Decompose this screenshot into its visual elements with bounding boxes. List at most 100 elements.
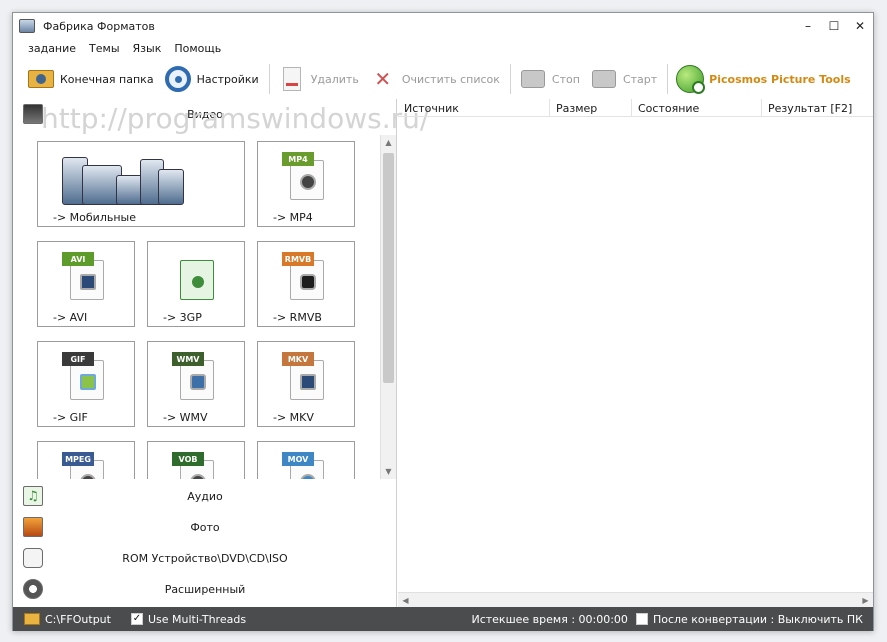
menu-themes[interactable]: Темы	[89, 42, 119, 55]
after-convert-checkbox[interactable]	[635, 613, 648, 625]
multithreads-label: Use Multi-Threads	[147, 612, 247, 626]
output-folder-label: Конечная папка	[60, 72, 154, 86]
mkv-file-icon: MKV	[282, 352, 326, 400]
globe-magnifier-icon	[676, 65, 706, 94]
tile-wmv[interactable]: WMV -> WMV	[147, 341, 245, 427]
tile-label: -> Мобильные	[53, 211, 136, 224]
column-source[interactable]: Источник	[398, 99, 550, 117]
tile-mobile[interactable]: -> Мобильные	[37, 141, 245, 227]
tile-mpeg[interactable]: MPEG	[37, 441, 135, 479]
title-bar: Фабрика Форматов – ☐ ✕	[13, 13, 873, 39]
multithreads-checkbox[interactable]: ✓	[130, 613, 143, 625]
menu-help[interactable]: Помощь	[174, 42, 221, 55]
scroll-up-icon[interactable]: ▲	[381, 135, 396, 150]
3gp-file-icon	[172, 252, 216, 300]
mov-file-icon: MOV	[282, 452, 326, 479]
tile-label: -> WMV	[163, 411, 208, 424]
format-grid: -> Мобильные MP4 -> MP4 AVI -> AVI -> 3G…	[13, 135, 380, 479]
stop-button[interactable]: Стоп	[519, 62, 580, 96]
start-button[interactable]: Старт	[590, 62, 657, 96]
tile-mp4[interactable]: MP4 -> MP4	[257, 141, 355, 227]
category-audio[interactable]: ♫ Аудио	[13, 481, 397, 511]
window-controls: – ☐ ✕	[795, 13, 873, 39]
after-convert-label: После конвертации : Выключить ПК	[652, 612, 863, 626]
minimize-button[interactable]: –	[795, 13, 821, 39]
stop-icon	[519, 65, 547, 93]
category-rom[interactable]: ROM Устройство\DVD\CD\ISO	[13, 543, 397, 573]
task-list: Источник Размер Состояние Результат [F2]…	[398, 99, 873, 607]
tile-avi[interactable]: AVI -> AVI	[37, 241, 135, 327]
start-icon	[590, 65, 618, 93]
photo-label: Фото	[190, 520, 220, 534]
wmv-file-icon: WMV	[172, 352, 216, 400]
tile-rmvb[interactable]: RMVB -> RMVB	[257, 241, 355, 327]
tile-mkv[interactable]: MKV -> MKV	[257, 341, 355, 427]
tile-vob[interactable]: VOB	[147, 441, 245, 479]
toolbar-separator	[509, 64, 511, 94]
scroll-left-icon[interactable]: ◀	[398, 593, 413, 608]
elapsed-time: Истекшее время : 00:00:00	[471, 612, 628, 626]
mp4-file-icon: MP4	[282, 152, 326, 200]
menu-bar: задание Темы Язык Помощь	[13, 39, 873, 57]
picosmos-button[interactable]: Picosmos Picture Tools	[676, 62, 851, 96]
avi-file-icon: AVI	[62, 252, 106, 300]
task-list-hscrollbar[interactable]: ◀ ▶	[398, 592, 873, 607]
watermark: http://programswindows.ru/	[41, 102, 430, 135]
mobile-phones-icon	[62, 150, 222, 205]
format-grid-scrollbar[interactable]: ▲ ▼	[380, 135, 396, 479]
clear-list-label: Очистить список	[401, 72, 500, 86]
vob-file-icon: VOB	[172, 452, 216, 479]
start-label: Старт	[622, 72, 658, 86]
settings-button[interactable]: Настройки	[164, 62, 259, 96]
task-table-header: Источник Размер Состояние Результат [F2]	[398, 99, 873, 117]
menu-language[interactable]: Язык	[133, 42, 162, 55]
tile-gif[interactable]: GIF -> GIF	[37, 341, 135, 427]
tile-mov[interactable]: MOV	[257, 441, 355, 479]
app-icon	[19, 19, 35, 33]
close-button[interactable]: ✕	[847, 13, 873, 39]
scroll-down-icon[interactable]: ▼	[381, 464, 396, 479]
delete-label: Удалить	[310, 72, 359, 86]
clear-x-icon: ✕	[374, 67, 392, 91]
stop-label: Стоп	[551, 72, 580, 86]
output-folder-button[interactable]: Конечная папка	[27, 62, 154, 96]
app-window: Фабрика Форматов – ☐ ✕ задание Темы Язык…	[12, 12, 874, 631]
tile-label: -> MP4	[273, 211, 313, 224]
column-result[interactable]: Результат [F2]	[762, 99, 873, 117]
folder-camera-icon	[27, 65, 55, 93]
toolbar-separator	[667, 64, 669, 94]
column-size[interactable]: Размер	[550, 99, 632, 117]
tile-label: -> GIF	[53, 411, 88, 424]
rmvb-file-icon: RMVB	[282, 252, 326, 300]
scroll-right-icon[interactable]: ▶	[858, 593, 873, 608]
menu-task[interactable]: задание	[28, 42, 76, 55]
delete-button[interactable]: Удалить	[278, 62, 359, 96]
toolbar-separator	[268, 64, 270, 94]
tile-label: -> RMVB	[273, 311, 322, 324]
gif-file-icon: GIF	[62, 352, 106, 400]
clear-list-button[interactable]: ✕ Очистить список	[369, 62, 500, 96]
toolbar: Конечная папка Настройки Удалить ✕ Очист…	[13, 59, 873, 99]
scroll-thumb[interactable]	[383, 153, 394, 383]
rom-label: ROM Устройство\DVD\CD\ISO	[122, 551, 288, 565]
category-advanced[interactable]: Расширенный	[13, 574, 397, 604]
window-title: Фабрика Форматов	[43, 19, 155, 33]
category-photo[interactable]: Фото	[13, 512, 397, 542]
advanced-label: Расширенный	[164, 582, 246, 596]
tile-label: -> MKV	[273, 411, 314, 424]
status-bar: C:\FFOutput ✓ Use Multi-Threads Истекшее…	[13, 607, 873, 631]
gear-icon	[164, 65, 192, 93]
folder-icon[interactable]	[24, 613, 40, 625]
output-path[interactable]: C:\FFOutput	[45, 613, 111, 626]
maximize-button[interactable]: ☐	[821, 13, 847, 39]
picosmos-label: Picosmos Picture Tools	[709, 72, 851, 86]
tile-label: -> AVI	[53, 311, 88, 324]
category-panel: Видео http://programswindows.ru/ -> Моби…	[13, 99, 429, 607]
settings-label: Настройки	[196, 72, 259, 86]
column-state[interactable]: Состояние	[632, 99, 762, 117]
delete-document-icon	[278, 65, 306, 93]
mpeg-file-icon: MPEG	[62, 452, 106, 479]
tile-3gp[interactable]: -> 3GP	[147, 241, 245, 327]
audio-label: Аудио	[187, 489, 223, 503]
tile-label: -> 3GP	[163, 311, 202, 324]
